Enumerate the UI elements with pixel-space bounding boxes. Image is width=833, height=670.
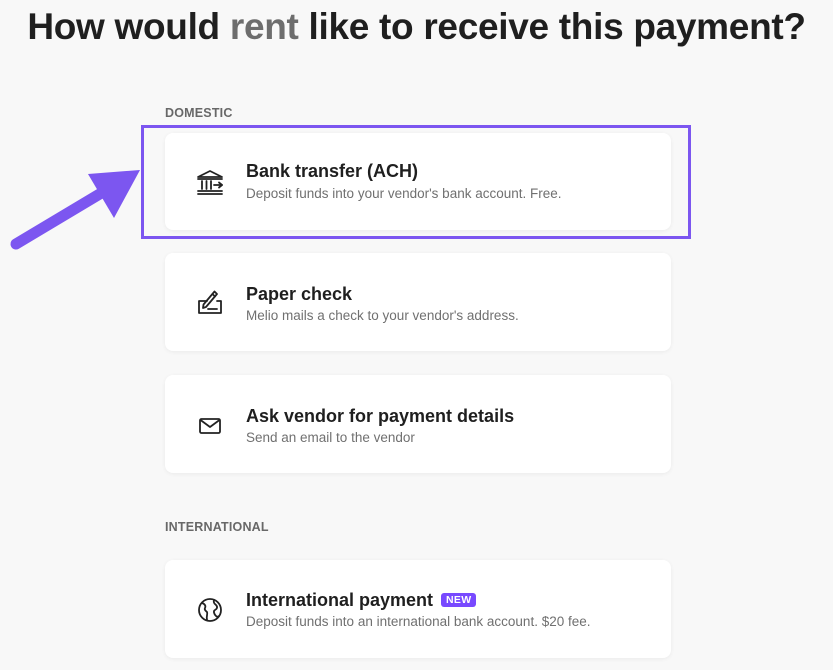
vendor-name: rent [229, 6, 299, 47]
new-badge: NEW [441, 593, 477, 607]
option-title: Bank transfer (ACH) [246, 161, 419, 181]
section-label-international: INTERNATIONAL [165, 520, 269, 534]
option-bank-transfer[interactable]: Bank transfer (ACH) Deposit funds into y… [165, 133, 671, 230]
option-description: Melio mails a check to your vendor's add… [246, 308, 519, 323]
payment-method-page: How would rent like to receive this paym… [0, 0, 833, 670]
option-ask-vendor[interactable]: Ask vendor for payment details Send an e… [165, 375, 671, 473]
annotation-arrow-icon [10, 170, 140, 250]
option-description: Send an email to the vendor [246, 430, 415, 445]
option-international-payment[interactable]: International payment NEW Deposit funds i… [165, 560, 671, 658]
option-title: Paper check [246, 284, 353, 304]
page-title: How would rent like to receive this paym… [0, 6, 833, 48]
check-pen-icon [195, 288, 225, 318]
section-label-domestic: DOMESTIC [165, 106, 233, 120]
option-title: International payment NEW [246, 590, 477, 611]
title-suffix: like to receive this payment? [298, 6, 806, 47]
globe-icon [195, 595, 225, 625]
title-prefix: How would [27, 6, 230, 47]
bank-icon [195, 167, 225, 197]
option-title-text: International payment [246, 590, 434, 610]
option-paper-check[interactable]: Paper check Melio mails a check to your … [165, 253, 671, 351]
envelope-icon [195, 411, 225, 441]
option-description: Deposit funds into your vendor's bank ac… [246, 186, 562, 201]
option-title: Ask vendor for payment details [246, 406, 515, 426]
option-description: Deposit funds into an international bank… [246, 614, 591, 629]
